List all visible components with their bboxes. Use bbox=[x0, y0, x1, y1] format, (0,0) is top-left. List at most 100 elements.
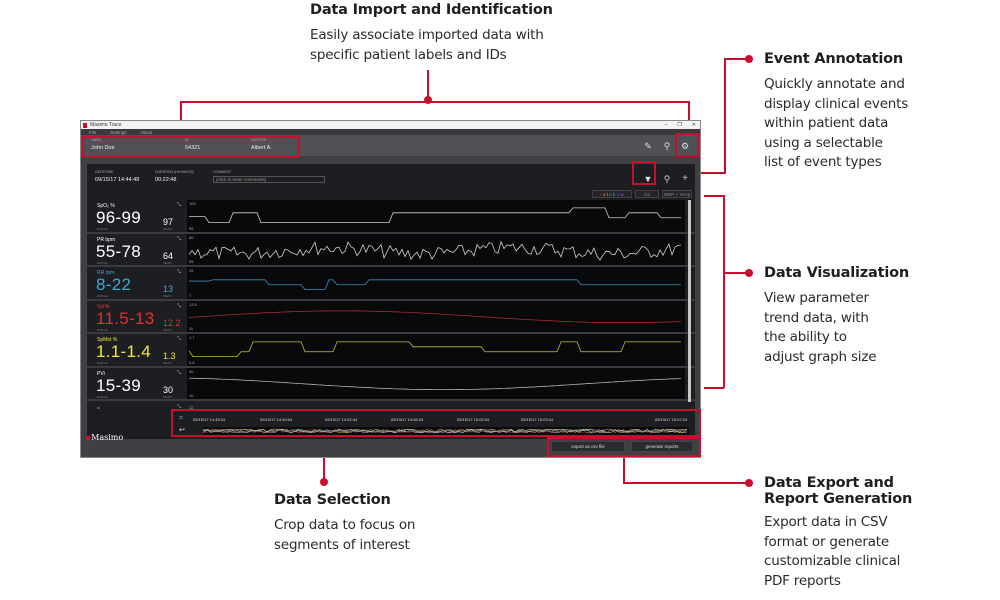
patient-label-field[interactable]: LABEL John Doe bbox=[91, 138, 115, 151]
resize-icon[interactable]: ⤡ bbox=[177, 236, 181, 242]
overview-chart[interactable] bbox=[203, 427, 689, 435]
comment-input[interactable]: (click to enter comments) bbox=[213, 176, 325, 183]
trend-graph[interactable] bbox=[187, 367, 685, 400]
y-axis-min: 55 bbox=[189, 259, 194, 264]
y-axis-max: 1.7 bbox=[189, 335, 195, 340]
user-settings-icon[interactable]: ⚙ bbox=[679, 140, 691, 152]
connector-line bbox=[623, 457, 625, 484]
callout-body: Quickly annotate and display clinical ev… bbox=[764, 76, 909, 170]
doctor-title: DOCTOR bbox=[251, 138, 267, 142]
doctor-field[interactable]: DOCTOR Albert A. bbox=[251, 138, 272, 151]
trend-graph[interactable] bbox=[187, 300, 685, 333]
mean-label: MEAN bbox=[163, 327, 172, 332]
y-axis-min: 95 bbox=[189, 225, 194, 231]
resize-icon[interactable]: ⤡ bbox=[177, 269, 181, 275]
minimize-button[interactable]: – bbox=[665, 122, 668, 128]
trend-line bbox=[189, 279, 681, 291]
y-axis-max: 13.5 bbox=[189, 301, 197, 307]
range-label: RANGE bbox=[97, 394, 108, 399]
title-bar: Masimo Trace – ❐ ✕ bbox=[81, 121, 700, 129]
tab-o3[interactable]: O3 bbox=[635, 190, 659, 198]
connector-line bbox=[704, 387, 724, 389]
trend-line bbox=[188, 377, 682, 390]
patient-id-title: ID bbox=[185, 138, 189, 142]
trend-graph-area: ⤡ 80 55 bbox=[175, 233, 685, 266]
callout-body: View parameter trend data, with the abil… bbox=[764, 290, 877, 365]
connector-line bbox=[704, 195, 724, 197]
trend-graph-area: ⤡ 25 7 bbox=[175, 267, 685, 299]
timeline-tick-label: 09/15/17 14:49:04 bbox=[260, 417, 293, 422]
range-label: RANGE bbox=[97, 260, 108, 265]
resize-icon[interactable]: ⤡ bbox=[177, 303, 181, 309]
callout-data-selection: Data Selection Crop data to focus on segm… bbox=[274, 492, 415, 555]
patient-id-field[interactable]: ID 54321 bbox=[185, 138, 200, 151]
parameter-row: RR rpm 8-22 RANGE 13 MEAN ⤡ 25 7 bbox=[87, 267, 695, 301]
timeline-tick-label: 09/15/17 15:03:44 bbox=[521, 417, 554, 422]
trend-graph[interactable] bbox=[187, 267, 685, 299]
trend-graph[interactable] bbox=[187, 233, 685, 266]
connector-line bbox=[180, 101, 689, 103]
extra-param-ymax: 12 bbox=[189, 405, 194, 410]
callout-body: Crop data to focus on segments of interes… bbox=[274, 517, 416, 553]
menu-about[interactable]: About bbox=[141, 130, 153, 135]
tab-rainbow-label: r a i n b o w bbox=[600, 192, 624, 197]
mean-label: MEAN bbox=[163, 294, 172, 298]
pencil-icon[interactable]: ✎ bbox=[642, 140, 654, 152]
y-axis-max: 25 bbox=[189, 268, 194, 273]
timeline-tick-label: 09/15/17 14:52:44 bbox=[325, 417, 358, 422]
resize-icon[interactable]: ⤡ bbox=[177, 370, 181, 376]
resize-icon[interactable]: ⤡ bbox=[177, 336, 181, 342]
tab-rainbow[interactable]: r a i n b o w bbox=[592, 190, 632, 198]
timeline-tick-label: 09/15/17 15:00:04 bbox=[457, 417, 490, 422]
generate-reports-button[interactable]: generate reports bbox=[631, 441, 693, 452]
close-button[interactable]: ✕ bbox=[692, 122, 696, 128]
resize-icon[interactable]: ⤡ bbox=[177, 202, 181, 208]
window-title: Masimo Trace bbox=[90, 122, 122, 128]
trend-line bbox=[188, 309, 682, 323]
export-csv-button[interactable]: export as csv file bbox=[551, 441, 625, 452]
crop-icon[interactable]: ⌗ bbox=[179, 415, 183, 423]
range-label: RANGE bbox=[97, 294, 108, 298]
maximize-button[interactable]: ❐ bbox=[677, 122, 681, 128]
y-axis-max: 80 bbox=[189, 234, 194, 240]
search-icon[interactable]: ⚲ bbox=[661, 140, 673, 152]
trend-graph[interactable] bbox=[187, 200, 685, 232]
y-axis-min: 11 bbox=[189, 326, 194, 331]
y-axis-max: 100 bbox=[189, 201, 196, 206]
trend-line bbox=[188, 341, 681, 358]
parameter-row: SpMet % 1.1-1.4 RANGE 1.3 MEAN ⤡ 1.7 0.8 bbox=[87, 334, 695, 368]
trend-graph-area: ⤡ 1.7 0.8 bbox=[175, 334, 685, 366]
callout-title: Data Export and Report Generation bbox=[764, 475, 913, 507]
graph-scrollbar[interactable] bbox=[688, 200, 691, 402]
zoom-icon[interactable]: ⚲ bbox=[661, 172, 673, 186]
doctor-value: Albert A. bbox=[251, 145, 272, 151]
event-filter-icon[interactable]: ▼ bbox=[641, 172, 655, 186]
parameter-mean: 64 bbox=[163, 250, 174, 261]
y-axis-min: 0.8 bbox=[189, 359, 195, 365]
parameter-label-panel: SpO₂ % 96-99 RANGE 97 MEAN bbox=[87, 200, 175, 232]
y-axis-max: 40 bbox=[189, 368, 194, 374]
data-selection-timeline[interactable]: ⌗ ↩ 09/15/17 14:45:24 09/15/17 14:49:04 09… bbox=[175, 412, 695, 436]
parameter-range: 11.5-13 bbox=[96, 308, 155, 328]
connector-line bbox=[723, 195, 725, 388]
trend-graph[interactable] bbox=[187, 334, 685, 366]
connector-line bbox=[623, 482, 748, 484]
menu-file[interactable]: File bbox=[89, 130, 96, 135]
duration-value: 00:22:48 bbox=[155, 177, 177, 183]
mean-label: MEAN bbox=[163, 227, 172, 231]
parameter-range: 8-22 bbox=[96, 275, 132, 294]
menu-settings[interactable]: Settings bbox=[110, 130, 126, 135]
tab-nibp-temp[interactable]: NIBP + Temp bbox=[662, 190, 692, 198]
extra-param-name: •• bbox=[97, 405, 100, 410]
add-icon[interactable]: + bbox=[679, 172, 691, 186]
resize-icon[interactable]: ⤡ bbox=[177, 404, 181, 410]
bottom-bar: export as csv file generate reports bbox=[87, 439, 695, 457]
callout-title: Data Import and Identification bbox=[310, 2, 553, 18]
callout-body: Easily associate imported data with speci… bbox=[310, 27, 544, 63]
callout-data-visualization: Data Visualization View parameter trend … bbox=[764, 265, 909, 367]
parameter-row: PR bpm 55-78 RANGE 64 MEAN ⤡ 80 55 bbox=[87, 233, 695, 267]
undo-icon[interactable]: ↩ bbox=[179, 426, 185, 434]
trend-line bbox=[189, 207, 681, 224]
y-axis-min: 10 bbox=[189, 393, 194, 398]
trend-line bbox=[188, 239, 682, 261]
